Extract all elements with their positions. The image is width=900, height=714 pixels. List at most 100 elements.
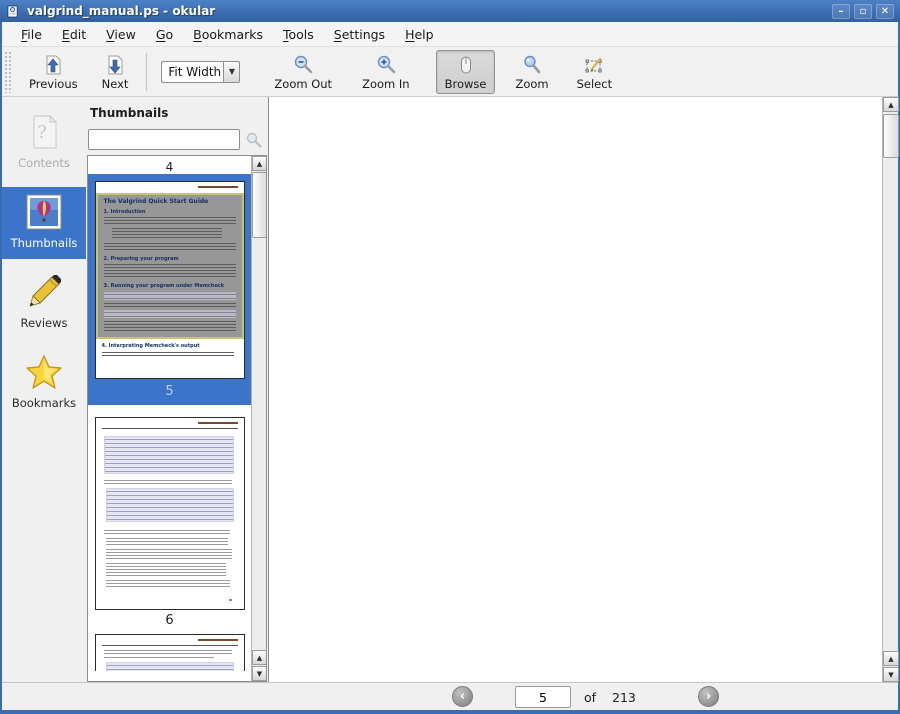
page-header-line	[197, 186, 238, 188]
previous-label: Previous	[29, 76, 78, 91]
page-5-thumbnail[interactable]: The Valgrind Quick Start Guide 1. Introd…	[94, 181, 245, 379]
code-block	[105, 488, 234, 522]
magnifier-icon	[524, 55, 541, 73]
previous-page-circle-button[interactable]: ‹	[452, 686, 473, 707]
main-toolbar: Previous Next Fit Width ▼ Zoom Out Zoom …	[2, 47, 898, 97]
panel-title: Thumbnails	[90, 106, 169, 120]
thumbnail-cell-page-6[interactable]: 6	[88, 405, 251, 634]
sidebar-item-bookmarks[interactable]: Bookmarks	[2, 347, 86, 419]
text-lines	[111, 228, 222, 240]
scroll-down-icon[interactable]: ▼	[883, 667, 899, 682]
thumbnail-cell-page-4[interactable]: 4	[88, 156, 251, 174]
code-block	[105, 662, 234, 671]
chevron-down-icon[interactable]: ▼	[223, 60, 241, 83]
text-lines	[103, 264, 236, 279]
thumbnail-cell-page-5[interactable]: The Valgrind Quick Start Guide 1. Introd…	[88, 174, 251, 405]
menu-bookmarks[interactable]: Bookmarks	[184, 24, 272, 45]
page-number-mark	[228, 599, 232, 601]
forward-chevron-icon: ›	[705, 689, 712, 704]
code-block	[103, 292, 236, 300]
back-chevron-icon: ‹	[459, 689, 466, 704]
thumbnail-cell-page-7[interactable]	[88, 634, 251, 671]
navigation-sidebar: ? Contents Thumbnails Reviews Bookmarks	[2, 97, 86, 682]
page-6-thumbnail[interactable]	[94, 417, 245, 610]
scrollbar-thumb[interactable]	[252, 172, 266, 238]
contents-icon: ?	[33, 114, 58, 149]
doc-section-1: 1. Introduction	[103, 209, 146, 215]
thumbnails-label: Thumbnails	[10, 236, 78, 250]
zoom-in-button[interactable]: Zoom In	[354, 51, 418, 93]
menu-go[interactable]: Go	[147, 24, 182, 45]
doc-section-4: 4. Interpreting Memcheck's output	[101, 343, 200, 349]
scroll-up-icon[interactable]: ▲	[883, 651, 899, 666]
text-lines	[105, 538, 228, 545]
browse-tool-button[interactable]: Browse	[435, 49, 496, 94]
browse-label: Browse	[444, 76, 487, 91]
page-5-label: 5	[165, 384, 174, 399]
next-page-circle-button[interactable]: ›	[698, 686, 719, 707]
thumbnail-list: 4 The Valgrind Quick Start Guide 1. Intr…	[87, 155, 267, 682]
scroll-up-icon[interactable]: ▲	[252, 650, 266, 665]
close-icon[interactable]: ✕	[876, 3, 894, 19]
text-lines	[103, 657, 214, 660]
page-header-line	[197, 639, 238, 641]
toolbar-drag-handle[interactable]	[4, 50, 13, 93]
thumbnail-filter-input[interactable]	[88, 129, 240, 150]
window-border	[0, 710, 900, 714]
select-tool-button[interactable]: Select	[569, 51, 620, 93]
text-lines	[101, 352, 234, 356]
menu-help[interactable]: Help	[396, 24, 443, 45]
zoom-mode-combobox[interactable]: Fit Width ▼	[161, 60, 241, 83]
text-lines	[103, 243, 236, 252]
scroll-down-icon[interactable]: ▼	[252, 666, 266, 681]
maximize-icon[interactable]: ▫	[854, 3, 872, 19]
total-pages-label: 213	[612, 690, 636, 705]
title-bar[interactable]: valgrind_manual.ps - okular – ▫ ✕	[0, 0, 900, 22]
selection-icon	[585, 57, 603, 73]
code-block	[103, 310, 236, 318]
select-label: Select	[576, 76, 613, 91]
menu-tools[interactable]: Tools	[274, 24, 323, 45]
sidebar-item-contents: ? Contents	[2, 107, 86, 179]
document-scrollbar[interactable]: ▲ ▲ ▼	[882, 97, 899, 682]
mouse-icon	[460, 56, 471, 73]
page-7-thumbnail[interactable]	[94, 634, 245, 671]
pencil-icon	[29, 275, 61, 307]
next-button[interactable]: Next	[94, 51, 137, 93]
scroll-up-icon[interactable]: ▲	[883, 97, 899, 112]
page-4-label: 4	[165, 160, 174, 174]
zoom-mode-value: Fit Width	[161, 60, 224, 83]
content-area: ? Contents Thumbnails Reviews Bookmarks …	[2, 97, 899, 682]
text-lines	[105, 549, 232, 559]
zoom-in-icon	[377, 55, 396, 73]
minimize-icon[interactable]: –	[832, 3, 850, 19]
window-title: valgrind_manual.ps - okular	[27, 4, 216, 18]
menu-view[interactable]: View	[97, 24, 145, 45]
thumbnail-scrollbar[interactable]: ▲ ▲ ▼	[251, 156, 266, 681]
search-icon	[246, 132, 262, 148]
document-view[interactable]: ▲ ▲ ▼	[268, 97, 899, 682]
page-navigation-bar: ‹ of 213 ›	[2, 682, 898, 710]
svg-text:?: ?	[37, 122, 47, 143]
current-page-input[interactable]	[515, 686, 571, 708]
zoom-out-button[interactable]: Zoom Out	[266, 51, 340, 93]
rule	[101, 428, 238, 429]
thumbnails-panel: Thumbnails 4 The Valgrind Quick Start Gu…	[86, 97, 268, 682]
rule	[101, 645, 238, 646]
zoom-tool-button[interactable]: Zoom	[507, 51, 556, 93]
scroll-up-icon[interactable]: ▲	[252, 156, 266, 171]
menu-edit[interactable]: Edit	[53, 24, 95, 45]
thumbnails-icon	[26, 194, 62, 230]
sidebar-item-thumbnails[interactable]: Thumbnails	[2, 187, 86, 259]
previous-page-icon	[46, 55, 61, 74]
text-lines	[103, 480, 232, 484]
toolbar-separator	[146, 52, 148, 91]
zoom-in-label: Zoom In	[362, 76, 410, 91]
sidebar-item-reviews[interactable]: Reviews	[2, 267, 86, 339]
previous-button[interactable]: Previous	[21, 51, 86, 93]
menu-settings[interactable]: Settings	[325, 24, 394, 45]
page-header-line	[197, 422, 238, 424]
menu-file[interactable]: File	[12, 24, 51, 45]
scrollbar-thumb[interactable]	[883, 114, 899, 158]
text-lines	[103, 321, 236, 333]
